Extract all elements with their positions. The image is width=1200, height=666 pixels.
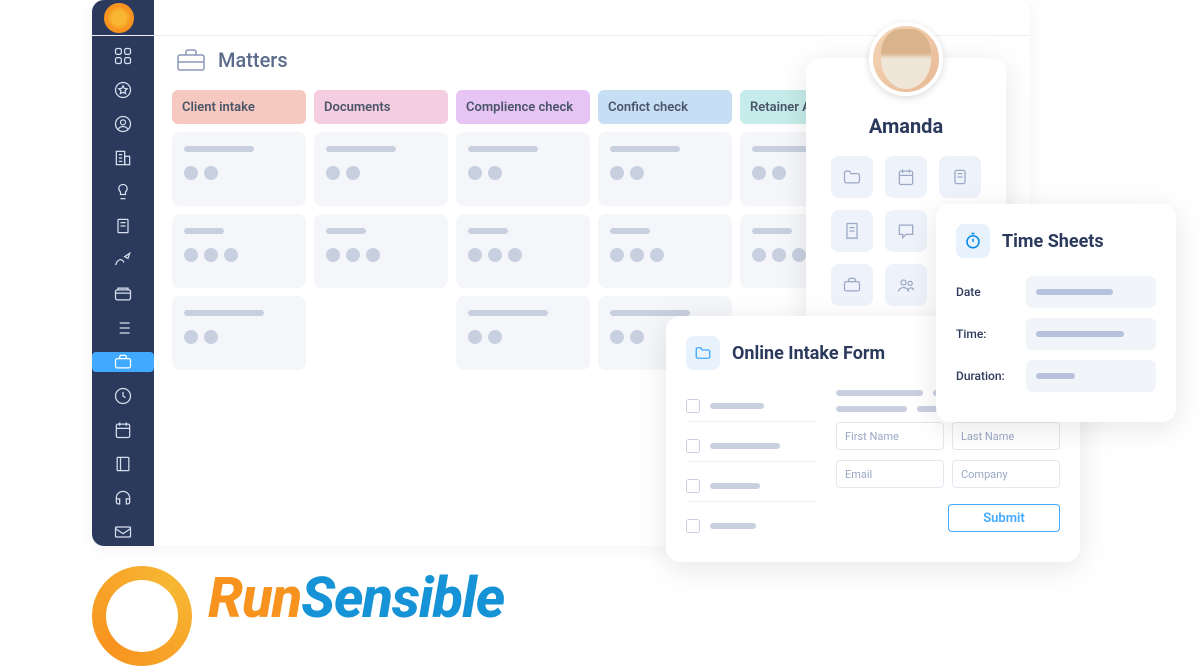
app-logo-icon <box>104 3 134 33</box>
time-field[interactable] <box>1026 318 1156 350</box>
sidebar-item-matters[interactable] <box>92 352 154 372</box>
sidebar-item-mail[interactable] <box>92 522 154 542</box>
action-note[interactable] <box>939 156 981 198</box>
page-title: Matters <box>218 48 288 72</box>
email-field[interactable]: Email <box>836 460 944 488</box>
sidebar <box>92 0 154 546</box>
sidebar-item-wallet[interactable] <box>92 284 154 304</box>
kanban-column: Documents <box>314 90 448 378</box>
duration-label: Duration: <box>956 369 1016 383</box>
action-receipt[interactable] <box>831 210 873 252</box>
date-label: Date <box>956 285 1016 299</box>
timesheet-title: Time Sheets <box>1002 231 1104 252</box>
kanban-card[interactable] <box>172 214 306 288</box>
brand-part1: Run <box>208 565 301 631</box>
sidebar-item-company[interactable] <box>92 148 154 168</box>
kanban-card[interactable] <box>172 296 306 370</box>
duration-field[interactable] <box>1026 360 1156 392</box>
brand-text: RunSensible <box>208 570 504 626</box>
action-contacts[interactable] <box>885 264 927 306</box>
date-field[interactable] <box>1026 276 1156 308</box>
kanban-card[interactable] <box>314 214 448 288</box>
brand: RunSensible <box>92 566 504 630</box>
folder-icon <box>686 336 720 370</box>
kanban-card[interactable] <box>456 214 590 288</box>
column-header[interactable]: Complience check <box>456 90 590 124</box>
column-header[interactable]: Documents <box>314 90 448 124</box>
sidebar-item-star[interactable] <box>92 80 154 100</box>
kanban-card[interactable] <box>456 296 590 370</box>
timesheet-date-row: Date <box>956 276 1156 308</box>
kanban-card[interactable] <box>598 214 732 288</box>
company-field[interactable]: Company <box>952 460 1060 488</box>
timesheet-duration-row: Duration: <box>956 360 1156 392</box>
timesheet-time-row: Time: <box>956 318 1156 350</box>
column-header[interactable]: Client intake <box>172 90 306 124</box>
contact-name: Amanda <box>830 114 982 138</box>
briefcase-icon <box>176 48 206 72</box>
first-name-field[interactable]: First Name <box>836 422 944 450</box>
kanban-column: Client intake <box>172 90 306 378</box>
action-folder[interactable] <box>831 156 873 198</box>
sidebar-item-contact[interactable] <box>92 114 154 134</box>
timesheet-card: Time Sheets Date Time: Duration: <box>936 204 1176 422</box>
sidebar-item-apps[interactable] <box>92 46 154 66</box>
sidebar-item-idea[interactable] <box>92 182 154 202</box>
stopwatch-icon <box>956 224 990 258</box>
sidebar-item-time[interactable] <box>92 386 154 406</box>
sidebar-item-calendar[interactable] <box>92 420 154 440</box>
timesheet-header: Time Sheets <box>956 224 1156 258</box>
kanban-card[interactable] <box>172 132 306 206</box>
sidebar-item-library[interactable] <box>92 454 154 474</box>
submit-button[interactable]: Submit <box>948 504 1060 532</box>
kanban-column: Complience check <box>456 90 590 378</box>
sidebar-item-support[interactable] <box>92 488 154 508</box>
kanban-card[interactable] <box>456 132 590 206</box>
action-chat[interactable] <box>885 210 927 252</box>
brand-logo-icon <box>92 566 192 630</box>
brand-part2: Sensible <box>301 565 504 631</box>
avatar <box>869 22 943 96</box>
checklist-item[interactable] <box>686 510 816 542</box>
checklist-item[interactable] <box>686 470 816 502</box>
time-label: Time: <box>956 327 1016 341</box>
last-name-field[interactable]: Last Name <box>952 422 1060 450</box>
kanban-card[interactable] <box>598 132 732 206</box>
sidebar-item-list[interactable] <box>92 318 154 338</box>
checklist-item[interactable] <box>686 390 816 422</box>
intake-checklist <box>686 390 816 542</box>
action-matter[interactable] <box>831 264 873 306</box>
column-header[interactable]: Confict check <box>598 90 732 124</box>
sidebar-item-note[interactable] <box>92 216 154 236</box>
checklist-item[interactable] <box>686 430 816 462</box>
action-calendar[interactable] <box>885 156 927 198</box>
kanban-card[interactable] <box>314 132 448 206</box>
sidebar-item-sign[interactable] <box>92 250 154 270</box>
intake-title: Online Intake Form <box>732 343 885 364</box>
